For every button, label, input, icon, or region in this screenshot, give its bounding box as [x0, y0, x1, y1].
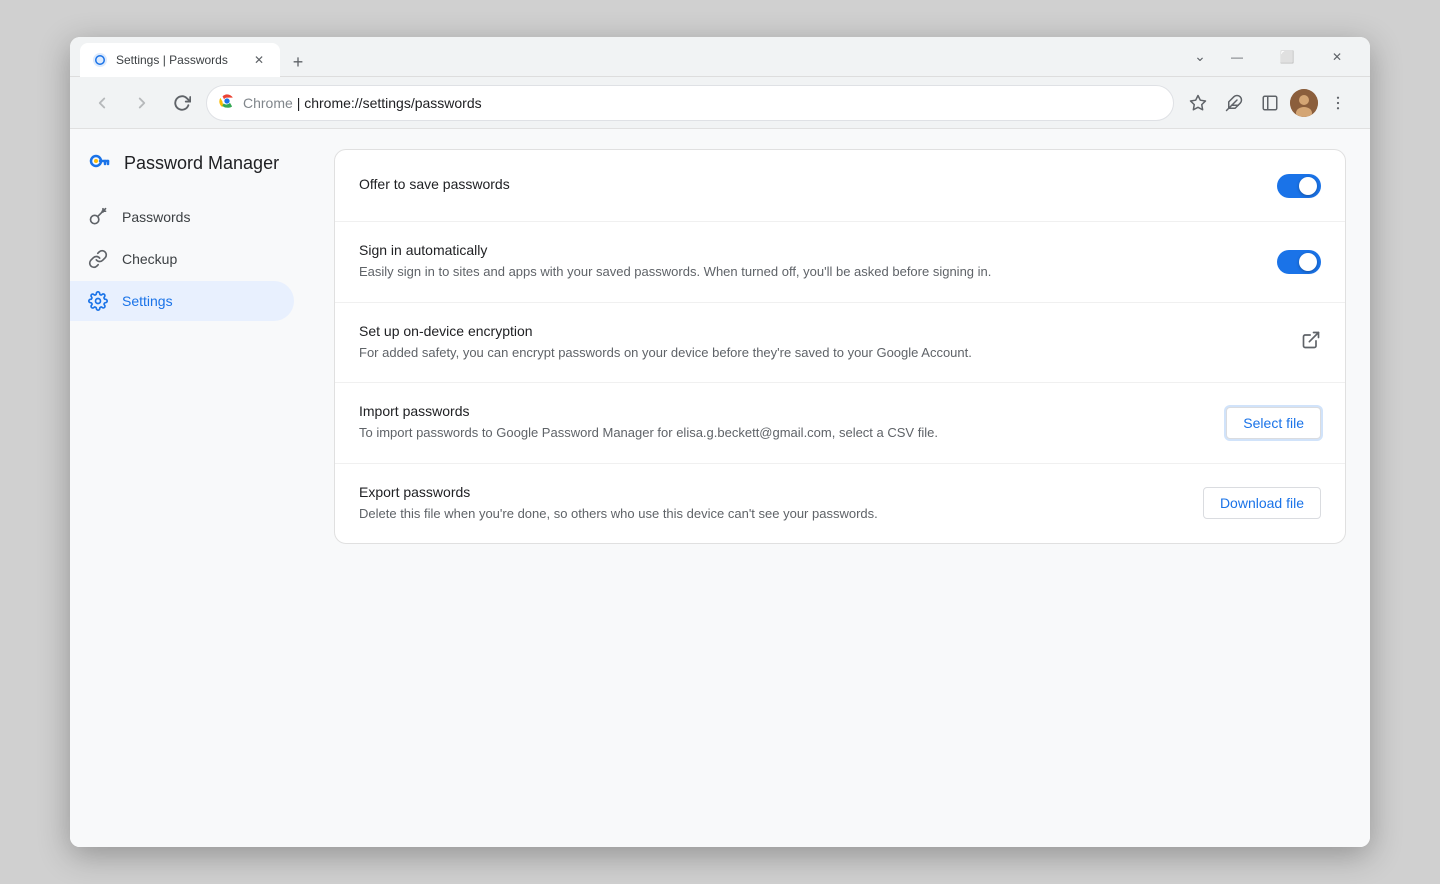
sidebar-item-checkup[interactable]: Checkup	[70, 239, 294, 279]
more-options-button[interactable]	[1322, 87, 1354, 119]
key-icon	[86, 207, 110, 227]
address-protocol: Chrome	[243, 95, 293, 111]
offer-save-title: Offer to save passwords	[359, 176, 1253, 192]
settings-content: Offer to save passwords Sign in automati…	[310, 129, 1370, 847]
auto-signin-action	[1277, 250, 1321, 274]
offer-save-toggle[interactable]	[1277, 174, 1321, 198]
select-file-button[interactable]: Select file	[1226, 407, 1321, 439]
offer-save-toggle-thumb	[1299, 177, 1317, 195]
import-title: Import passwords	[359, 403, 1202, 419]
auto-signin-content: Sign in automatically Easily sign in to …	[359, 242, 1253, 282]
encryption-title: Set up on-device encryption	[359, 323, 1277, 339]
settings-nav-label: Settings	[122, 293, 173, 309]
forward-button[interactable]	[126, 87, 158, 119]
sidebar-item-passwords[interactable]: Passwords	[70, 197, 294, 237]
export-content: Export passwords Delete this file when y…	[359, 484, 1179, 524]
import-desc: To import passwords to Google Password M…	[359, 423, 1059, 443]
export-row: Export passwords Delete this file when y…	[335, 464, 1345, 544]
address-input[interactable]: Chrome | chrome://settings/passwords	[206, 85, 1174, 121]
encryption-desc: For added safety, you can encrypt passwo…	[359, 343, 1059, 363]
auto-signin-desc: Easily sign in to sites and apps with yo…	[359, 262, 1059, 282]
tab-close-button[interactable]: ✕	[250, 51, 268, 69]
chevron-down-icon[interactable]: ⌄	[1186, 43, 1214, 71]
sidebar: Password Manager Passwords	[70, 129, 310, 847]
back-button[interactable]	[86, 87, 118, 119]
settings-gear-icon	[86, 291, 110, 311]
auto-signin-row: Sign in automatically Easily sign in to …	[335, 222, 1345, 303]
sidebar-item-settings[interactable]: Settings	[70, 281, 294, 321]
extensions-puzzle-button[interactable]	[1218, 87, 1250, 119]
export-title: Export passwords	[359, 484, 1179, 500]
browser-window: Settings | Passwords ✕ + ⌄ — ⬜ ✕	[70, 37, 1370, 847]
bookmark-star-button[interactable]	[1182, 87, 1214, 119]
import-content: Import passwords To import passwords to …	[359, 403, 1202, 443]
sidebar-toggle-button[interactable]	[1254, 87, 1286, 119]
download-file-button[interactable]: Download file	[1203, 487, 1321, 519]
main-content: Password Manager Passwords	[70, 129, 1370, 847]
auto-signin-toggle-thumb	[1299, 253, 1317, 271]
password-manager-logo	[86, 149, 114, 177]
encryption-content: Set up on-device encryption For added sa…	[359, 323, 1277, 363]
tab-favicon	[92, 52, 108, 68]
encryption-row: Set up on-device encryption For added sa…	[335, 303, 1345, 384]
refresh-button[interactable]	[166, 87, 198, 119]
export-desc: Delete this file when you're done, so ot…	[359, 504, 1059, 524]
external-link-icon[interactable]	[1301, 334, 1321, 354]
export-action: Download file	[1203, 487, 1321, 519]
auto-signin-title: Sign in automatically	[359, 242, 1253, 258]
chrome-logo-icon	[219, 93, 235, 112]
import-row: Import passwords To import passwords to …	[335, 383, 1345, 464]
avatar[interactable]	[1290, 89, 1318, 117]
title-bar-controls: ⌄	[1186, 43, 1214, 71]
window-controls: — ⬜ ✕	[1214, 41, 1360, 73]
offer-save-row: Offer to save passwords	[335, 150, 1345, 222]
close-button[interactable]: ✕	[1314, 41, 1360, 73]
toolbar-actions	[1182, 87, 1354, 119]
checkup-nav-label: Checkup	[122, 251, 177, 267]
encryption-action	[1301, 330, 1321, 355]
offer-save-content: Offer to save passwords	[359, 176, 1253, 196]
import-action: Select file	[1226, 407, 1321, 439]
address-bar: Chrome | chrome://settings/passwords	[70, 77, 1370, 129]
minimize-button[interactable]: —	[1214, 41, 1260, 73]
title-bar: Settings | Passwords ✕ + ⌄ — ⬜ ✕	[70, 37, 1370, 77]
sidebar-nav: Passwords Checkup	[70, 197, 310, 321]
address-text: Chrome | chrome://settings/passwords	[243, 95, 1161, 111]
tab-area: Settings | Passwords ✕ +	[80, 37, 1178, 76]
sidebar-header: Password Manager	[70, 149, 310, 197]
tab-title: Settings | Passwords	[116, 53, 242, 67]
maximize-button[interactable]: ⬜	[1264, 41, 1310, 73]
active-tab[interactable]: Settings | Passwords ✕	[80, 43, 280, 77]
settings-card: Offer to save passwords Sign in automati…	[334, 149, 1346, 544]
checkup-icon	[86, 249, 110, 269]
offer-save-action	[1277, 174, 1321, 198]
sidebar-title: Password Manager	[124, 153, 279, 174]
passwords-nav-label: Passwords	[122, 209, 190, 225]
auto-signin-toggle[interactable]	[1277, 250, 1321, 274]
new-tab-button[interactable]: +	[284, 48, 312, 76]
address-url: chrome://settings/passwords	[304, 95, 481, 111]
